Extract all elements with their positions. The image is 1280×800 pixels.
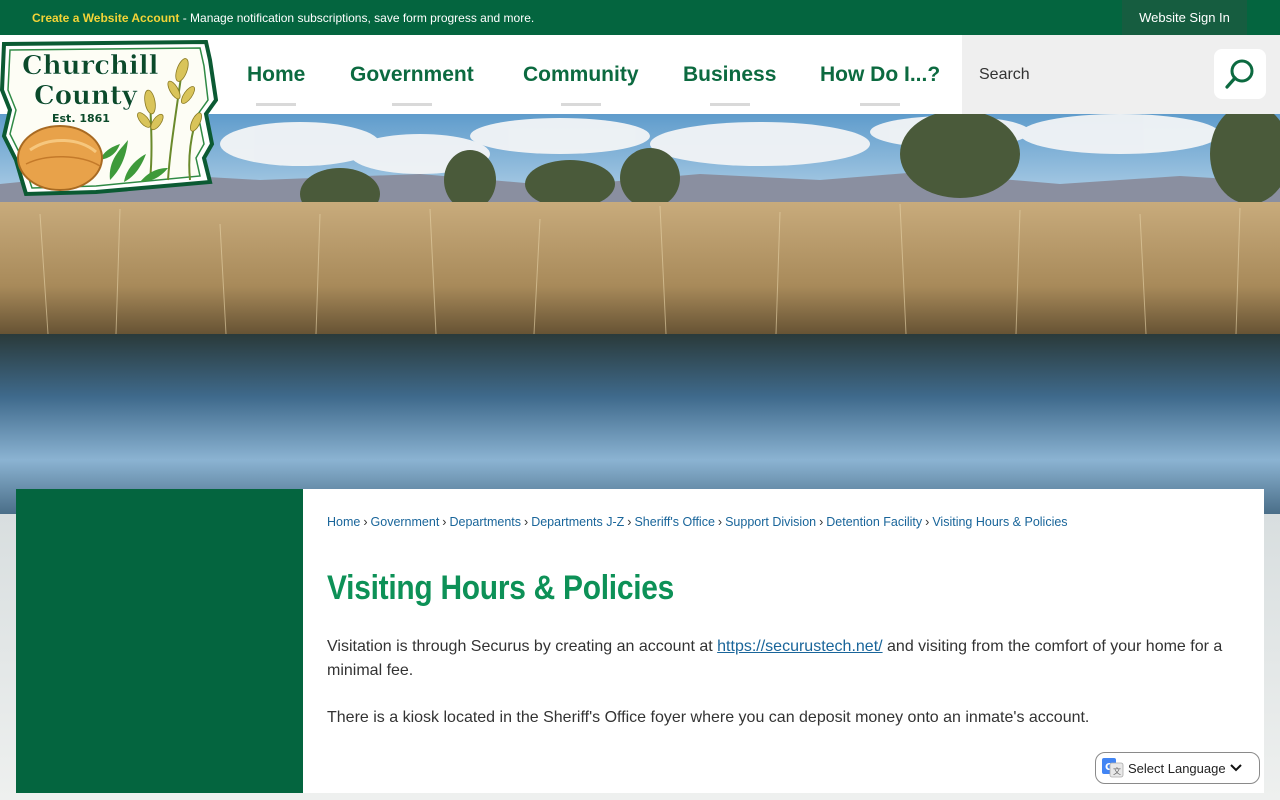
breadcrumb-support-division[interactable]: Support Division	[725, 515, 816, 529]
website-sign-in-button[interactable]: Website Sign In	[1122, 0, 1247, 35]
google-translate-icon: G 文	[1102, 758, 1124, 778]
breadcrumb-separator: ›	[819, 515, 824, 529]
search-icon	[1225, 59, 1254, 89]
account-message-text: - Manage notification subscriptions, sav…	[179, 11, 535, 25]
breadcrumb-sheriffs-office[interactable]: Sheriff's Office	[634, 515, 714, 529]
nav-item-business[interactable]: Business	[683, 35, 776, 114]
nav-item-label: Government	[350, 62, 474, 86]
breadcrumb-separator: ›	[925, 515, 930, 529]
breadcrumb-visiting-hours[interactable]: Visiting Hours & Policies	[932, 515, 1067, 529]
nav-item-home[interactable]: Home	[247, 35, 305, 114]
chevron-down-icon	[1229, 764, 1242, 772]
nav-item-how-do-i[interactable]: How Do I...?	[820, 35, 940, 114]
nav-item-label: Home	[247, 62, 306, 86]
visitation-paragraph: Visitation is through Securus by creatin…	[327, 635, 1242, 683]
nav-item-label: Business	[683, 62, 777, 86]
breadcrumb-departments[interactable]: Departments	[449, 515, 521, 529]
search-box	[962, 35, 1280, 114]
utility-bar: Create a Website Account - Manage notifi…	[0, 0, 1280, 35]
breadcrumb-separator: ›	[627, 515, 632, 529]
logo-text-churchill: Churchill	[22, 51, 159, 81]
county-logo[interactable]: Churchill County Est. 1861	[0, 39, 219, 198]
nav-indicator	[860, 103, 901, 106]
nav-item-label: How Do I...?	[820, 62, 941, 86]
create-account-link[interactable]: Create a Website Account	[32, 11, 179, 25]
breadcrumb-home[interactable]: Home	[327, 515, 360, 529]
breadcrumb-departments-j-z[interactable]: Departments J-Z	[531, 515, 624, 529]
kiosk-paragraph: There is a kiosk located in the Sheriff'…	[327, 709, 1090, 726]
logo-text-county: County	[34, 81, 138, 111]
county-seal-graphic: Churchill County Est. 1861	[0, 39, 219, 197]
breadcrumb-separator: ›	[363, 515, 368, 529]
paragraph-text: Visitation is through Securus by creatin…	[327, 638, 718, 655]
search-button[interactable]	[1214, 49, 1266, 99]
nav-item-community[interactable]: Community	[523, 35, 639, 114]
language-select[interactable]: G 文 Select Language	[1095, 752, 1260, 784]
nav-indicator	[391, 103, 432, 106]
securus-link[interactable]: https://securustech.net/	[717, 638, 882, 655]
search-input[interactable]	[962, 35, 1212, 114]
breadcrumb-detention-facility[interactable]: Detention Facility	[826, 515, 922, 529]
nav-indicator	[709, 103, 750, 106]
breadcrumb-separator: ›	[524, 515, 529, 529]
nav-indicator	[256, 103, 297, 106]
logo-text-est: Est. 1861	[52, 112, 110, 125]
account-message: Create a Website Account - Manage notifi…	[32, 11, 534, 25]
main-content: Home › Government › Departments › Departments …	[303, 489, 1264, 793]
breadcrumb-government[interactable]: Government	[371, 515, 440, 529]
breadcrumb-separator: ›	[442, 515, 447, 529]
nav-item-government[interactable]: Government	[350, 35, 474, 114]
svg-text:文: 文	[1113, 766, 1121, 776]
breadcrumb: Home › Government › Departments › Departments …	[327, 515, 1068, 529]
nav-item-label: Community	[523, 62, 639, 86]
sidebar-panel	[16, 489, 303, 793]
breadcrumb-separator: ›	[717, 515, 723, 529]
page-title: Visiting Hours & Policies	[327, 569, 674, 607]
language-select-label: Select Language	[1128, 760, 1226, 776]
nav-indicator	[560, 103, 601, 106]
